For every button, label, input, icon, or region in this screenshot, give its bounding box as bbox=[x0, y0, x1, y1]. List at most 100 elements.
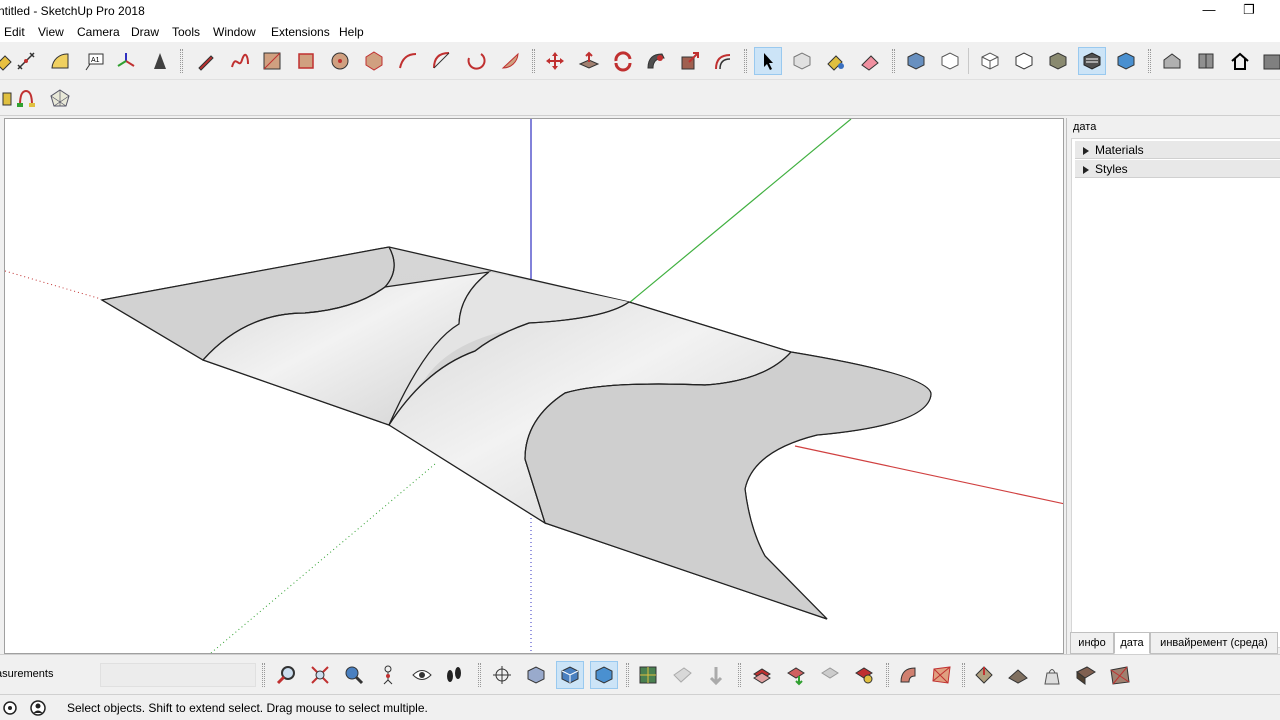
walk-icon[interactable] bbox=[440, 661, 468, 689]
drape-icon[interactable] bbox=[850, 661, 878, 689]
make-component-icon[interactable] bbox=[788, 47, 816, 75]
push-pull-icon[interactable] bbox=[575, 47, 603, 75]
rectangle-icon[interactable] bbox=[258, 47, 286, 75]
toolbar-grip bbox=[962, 663, 965, 687]
scale-icon[interactable] bbox=[676, 47, 704, 75]
zoom-extents-icon[interactable] bbox=[306, 661, 334, 689]
menu-edit[interactable]: Edit bbox=[4, 25, 25, 39]
menu-help[interactable]: Help bbox=[339, 25, 364, 39]
axes-icon[interactable] bbox=[112, 47, 140, 75]
top-view-icon[interactable] bbox=[936, 47, 964, 75]
measurements-input[interactable] bbox=[100, 663, 256, 687]
axis-green-negative bbox=[210, 463, 436, 653]
texture-icon[interactable] bbox=[1106, 661, 1134, 689]
sandbox-from-scratch-icon[interactable] bbox=[748, 661, 776, 689]
polygon-icon[interactable] bbox=[360, 47, 388, 75]
toolbar-grip bbox=[180, 49, 183, 73]
tray-content: Materials Styles bbox=[1071, 138, 1280, 648]
axis-green bbox=[628, 119, 852, 304]
toolbar-grip bbox=[1148, 49, 1151, 73]
section-plane-icon[interactable] bbox=[488, 661, 516, 689]
zoom-icon[interactable] bbox=[272, 661, 300, 689]
toolbar-grip bbox=[886, 663, 889, 687]
back-view-icon[interactable] bbox=[1044, 47, 1072, 75]
menu-tools[interactable]: Tools bbox=[172, 25, 200, 39]
sandbox-mesh-icon[interactable] bbox=[46, 84, 74, 112]
panel-styles[interactable]: Styles bbox=[1075, 160, 1280, 178]
menu-bar: Edit View Camera Draw Tools Window Exten… bbox=[0, 22, 1280, 42]
rotated-rectangle-icon[interactable] bbox=[292, 47, 320, 75]
look-around-icon[interactable] bbox=[408, 661, 436, 689]
rotate-icon[interactable] bbox=[609, 47, 637, 75]
left-view-icon[interactable] bbox=[1078, 47, 1106, 75]
panel-materials[interactable]: Materials bbox=[1075, 141, 1280, 159]
3d-text-icon[interactable] bbox=[146, 47, 174, 75]
model-viewport[interactable] bbox=[4, 118, 1064, 654]
bottom-view-icon[interactable] bbox=[1112, 47, 1140, 75]
iso-view-icon[interactable] bbox=[902, 47, 930, 75]
toolbar-separator bbox=[968, 48, 969, 74]
hidden-line-icon[interactable] bbox=[634, 661, 662, 689]
move-icon[interactable] bbox=[541, 47, 569, 75]
paint-icon[interactable] bbox=[822, 47, 850, 75]
freehand-icon[interactable] bbox=[226, 47, 254, 75]
image-icon[interactable] bbox=[1072, 661, 1100, 689]
zoom-window-icon[interactable] bbox=[340, 661, 368, 689]
sandbox-from-contours-icon[interactable] bbox=[702, 661, 730, 689]
menu-extensions[interactable]: Extensions bbox=[271, 25, 330, 39]
shaded-icon[interactable] bbox=[668, 661, 696, 689]
more-icon[interactable] bbox=[1258, 47, 1280, 75]
follow-me-icon[interactable] bbox=[642, 47, 670, 75]
contour-icon[interactable] bbox=[970, 661, 998, 689]
tab-info[interactable]: инфо bbox=[1070, 632, 1114, 654]
menu-view[interactable]: View bbox=[38, 25, 64, 39]
warehouse-icon[interactable] bbox=[1158, 47, 1186, 75]
toolbar-grip bbox=[478, 663, 481, 687]
geolocation-icon[interactable] bbox=[2, 700, 18, 716]
expand-arrow-icon bbox=[1083, 146, 1089, 155]
stamp-icon[interactable] bbox=[816, 661, 844, 689]
add-detail-icon[interactable] bbox=[894, 661, 922, 689]
eraser-icon[interactable] bbox=[856, 47, 884, 75]
sandbox-smoove-icon[interactable] bbox=[12, 84, 40, 112]
offset-icon[interactable] bbox=[710, 47, 738, 75]
extension-warehouse-icon[interactable] bbox=[1192, 47, 1220, 75]
smoove-icon[interactable] bbox=[782, 661, 810, 689]
secondary-toolbar bbox=[0, 80, 1280, 116]
model-canvas[interactable] bbox=[5, 119, 1064, 654]
menu-draw[interactable]: Draw bbox=[131, 25, 159, 39]
surface-face-5[interactable] bbox=[524, 351, 932, 620]
home-icon[interactable] bbox=[1226, 47, 1254, 75]
flip-edge-icon[interactable] bbox=[928, 661, 956, 689]
menu-camera[interactable]: Camera bbox=[77, 25, 120, 39]
select-icon[interactable] bbox=[754, 47, 782, 75]
tab-data[interactable]: дата bbox=[1114, 632, 1150, 654]
circle-icon[interactable] bbox=[326, 47, 354, 75]
back-edges-icon[interactable] bbox=[556, 661, 584, 689]
arc-icon[interactable] bbox=[394, 47, 422, 75]
two-point-arc-icon[interactable] bbox=[428, 47, 456, 75]
toolbar-grip bbox=[262, 663, 265, 687]
axis-red bbox=[794, 445, 1063, 505]
protractor-icon[interactable] bbox=[46, 47, 74, 75]
text-icon[interactable]: A1 bbox=[80, 47, 108, 75]
user-icon[interactable] bbox=[30, 700, 46, 716]
tab-environment[interactable]: инвайремент (среда) bbox=[1150, 632, 1278, 654]
pie-icon[interactable] bbox=[496, 47, 524, 75]
menu-window[interactable]: Window bbox=[213, 25, 256, 39]
right-view-icon[interactable] bbox=[1010, 47, 1038, 75]
bottom-toolbar: asurements bbox=[0, 654, 1280, 694]
bag-icon[interactable] bbox=[1038, 661, 1066, 689]
position-camera-icon[interactable] bbox=[374, 661, 402, 689]
front-view-icon[interactable] bbox=[976, 47, 1004, 75]
terrain-icon[interactable] bbox=[1004, 661, 1032, 689]
status-text: Select objects. Shift to extend select. … bbox=[67, 701, 428, 715]
pencil-icon[interactable] bbox=[192, 47, 220, 75]
restore-button[interactable]: ❐ bbox=[1226, 0, 1272, 22]
main-toolbar: A1 bbox=[0, 42, 1280, 80]
wireframe-icon[interactable] bbox=[590, 661, 618, 689]
three-point-arc-icon[interactable] bbox=[462, 47, 490, 75]
dimension-icon[interactable] bbox=[12, 47, 40, 75]
xray-icon[interactable] bbox=[522, 661, 550, 689]
toolbar-grip bbox=[626, 663, 629, 687]
